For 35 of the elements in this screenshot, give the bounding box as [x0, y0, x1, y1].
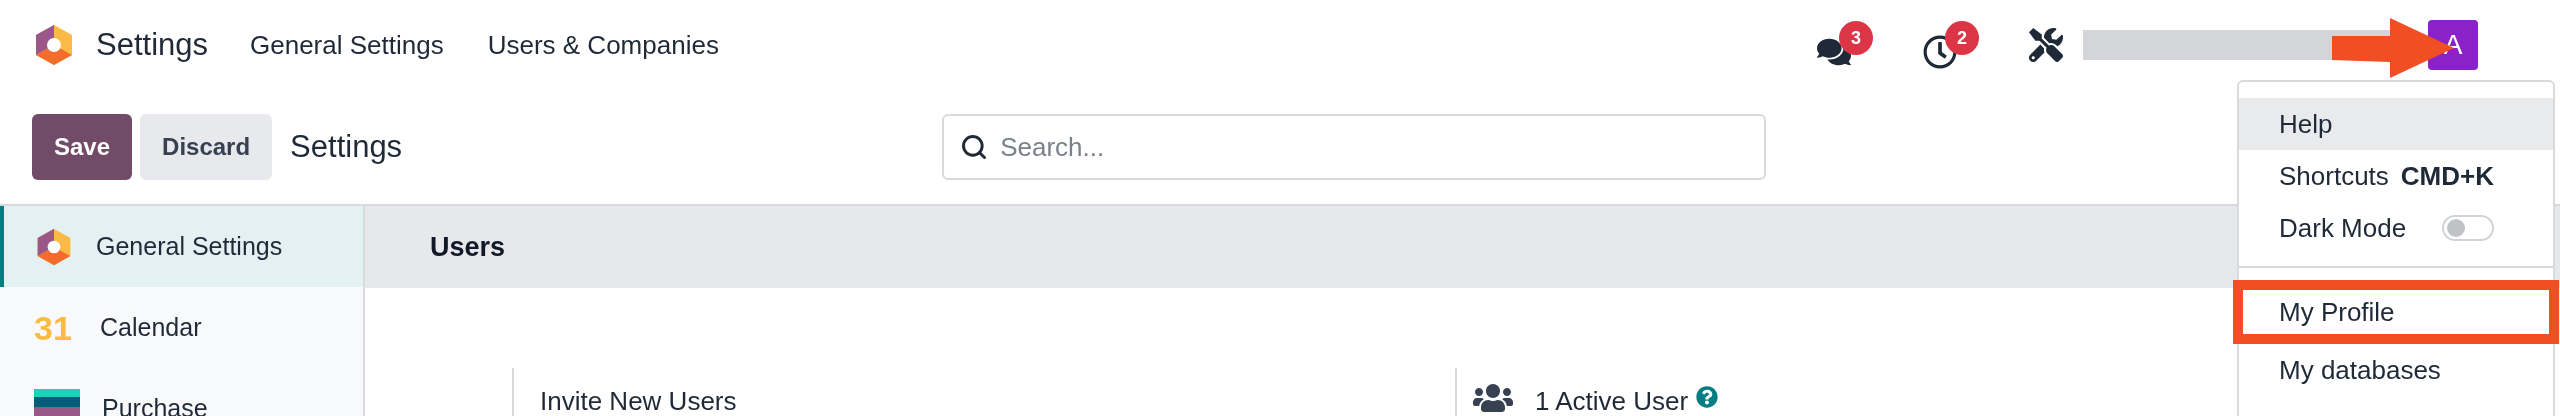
menu-item-label: Dark Mode [2279, 211, 2407, 245]
save-button[interactable]: Save [32, 114, 133, 180]
search-field[interactable]: Search... [942, 114, 1767, 180]
discard-button[interactable]: Discard [140, 114, 273, 180]
app-title[interactable]: Settings [96, 21, 208, 69]
setting-title: 1 Active User [1535, 385, 1689, 416]
shortcut-key: CMD+K [2400, 156, 2494, 196]
menu-item-label: My databases [2279, 353, 2441, 387]
menu-item[interactable]: My Profile [2233, 280, 2559, 344]
nav-link[interactable]: Users & Companies [487, 25, 719, 65]
sidebar-item[interactable]: 31 Calendar [0, 287, 363, 368]
sidebar-item[interactable]: General Settings [0, 206, 363, 287]
count-badge: 2 [1945, 21, 1979, 55]
menu-item-label: My Profile [2279, 295, 2395, 329]
nav-link[interactable]: General Settings [250, 25, 444, 65]
breadcrumb: Settings [290, 127, 403, 166]
toggle-switch[interactable] [2442, 215, 2495, 241]
calendar-icon: 31 [34, 310, 78, 345]
section-title: Users [430, 230, 506, 264]
clock-button[interactable]: 2 [1923, 21, 1979, 69]
help-icon[interactable] [1696, 386, 1719, 408]
sidebar-item-label: General Settings [96, 230, 283, 262]
menu-item-label: Shortcuts [2279, 159, 2389, 193]
count-badge: 3 [1839, 21, 1873, 55]
purchase-icon [34, 388, 80, 416]
setting-title: Invite New Users [540, 385, 737, 416]
search-icon [960, 133, 989, 161]
clock-icon [1923, 35, 1957, 69]
tools-button[interactable] [2029, 28, 2063, 62]
tools-icon [2029, 28, 2063, 62]
menu-item[interactable]: Help [2239, 98, 2553, 150]
sidebar-item-label: Calendar [100, 311, 202, 343]
menu-item-label: Help [2279, 107, 2333, 141]
chat-button[interactable]: 3 [1817, 21, 1873, 69]
search-input[interactable]: Search... [1000, 127, 1749, 167]
